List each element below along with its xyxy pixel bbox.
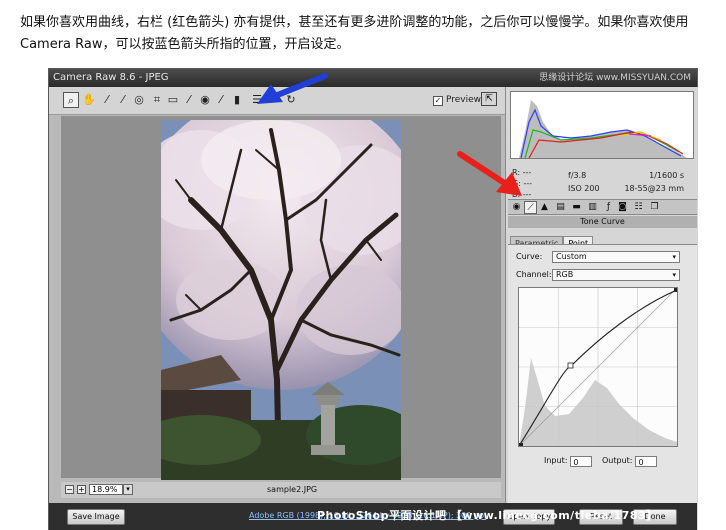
histogram xyxy=(510,91,694,159)
photo-cherry-tree xyxy=(161,120,401,480)
zoom-dropdown[interactable]: ▾ xyxy=(123,484,133,495)
zoom-in-button[interactable]: + xyxy=(77,485,86,494)
basic-tab-icon[interactable]: ◉ xyxy=(510,201,523,214)
adjustment-tabs: ◉ ⟋ ▲ ▤ ▬ ▥ ƒ ◙ ☷ ❐ xyxy=(508,199,697,215)
hand-icon[interactable]: ✋ xyxy=(81,92,97,108)
image-preview-area[interactable] xyxy=(61,116,501,480)
bottom-bar: Save Image Adobe RGB (1998); 16 bit; 326… xyxy=(49,503,697,530)
hsl-tab-icon[interactable]: ▤ xyxy=(554,201,567,214)
channel-label: Channel: xyxy=(516,270,552,279)
panel-title: Tone Curve xyxy=(508,216,697,228)
output-label: Output: xyxy=(602,456,633,465)
right-panel: R: --- G: --- B: --- f/3.81/1600 s ISO 2… xyxy=(505,87,698,530)
detail-tab-icon[interactable]: ▲ xyxy=(538,201,551,214)
zoom-out-button[interactable]: − xyxy=(65,485,74,494)
output-field[interactable]: 0 xyxy=(635,456,658,467)
straighten-icon[interactable]: ▭ xyxy=(165,92,181,108)
fx-tab-icon[interactable]: ƒ xyxy=(602,201,615,214)
spot-removal-icon[interactable]: ⁄ xyxy=(181,92,197,108)
camera-calibration-tab-icon[interactable]: ◙ xyxy=(616,201,629,214)
aperture: f/3.8 xyxy=(568,171,587,180)
save-image-button[interactable]: Save Image xyxy=(67,509,125,525)
curve-select[interactable]: Custom ▾ xyxy=(552,251,680,263)
forum-watermark-top: 思缘设计论坛 www.MISSYUAN.COM xyxy=(539,73,691,83)
site-watermark: PhotoShop平面设计吧 【www.linecg.com/tieba/178… xyxy=(317,509,658,522)
status-bar: − + 18.9% ▾ sample2.JPG xyxy=(61,482,501,498)
fullscreen-icon[interactable]: ⇱ xyxy=(481,92,497,106)
graduated-filter-icon[interactable]: ▮ xyxy=(229,92,245,108)
preview-label: Preview xyxy=(446,95,482,105)
zoom-level[interactable]: 18.9% xyxy=(89,484,123,495)
channel-value: RGB xyxy=(556,270,574,279)
preview-checkbox[interactable]: ✓ xyxy=(433,96,443,106)
presets-tab-icon[interactable]: ☷ xyxy=(632,201,645,214)
intro-paragraph: 如果你喜欢用曲线，右栏 (红色箭头) 亦有提供，甚至还有更多进阶调整的功能，之后… xyxy=(20,15,689,52)
curve-value: Custom xyxy=(556,252,587,261)
tone-curve-graph[interactable] xyxy=(518,287,678,447)
output-group: Output: 0 xyxy=(602,455,658,467)
camera-info: f/3.8 1/1600 s ISO 200 18-55@23 mm xyxy=(568,169,690,195)
preview-toggle[interactable]: ✓ Preview xyxy=(433,93,481,107)
point-curve-panel: Curve: Custom ▾ Channel: RGB ▾ Input: 0 … xyxy=(508,244,697,530)
adjustment-brush-icon[interactable]: ⁄ xyxy=(213,92,229,108)
page-root: 如果你喜欢用曲线，右栏 (红色箭头) 亦有提供，甚至还有更多进阶调整的功能，之后… xyxy=(0,0,726,530)
lens: 18-55@23 mm xyxy=(624,184,684,193)
file-name: sample2.JPG xyxy=(267,485,318,494)
color-sampler-icon[interactable]: ⁄ xyxy=(115,92,131,108)
input-group: Input: 0 xyxy=(544,455,593,467)
camera-raw-window: Camera Raw 8.6 - JPEG 思缘设计论坛 www.MISSYUA… xyxy=(48,68,698,530)
snapshots-tab-icon[interactable]: ❐ xyxy=(648,201,661,214)
curve-label: Curve: xyxy=(516,252,543,261)
tone-curve-subtabs: ParametricPoint xyxy=(510,231,594,249)
window-titlebar[interactable]: Camera Raw 8.6 - JPEG 思缘设计论坛 www.MISSYUA… xyxy=(49,69,697,87)
lens-corrections-tab-icon[interactable]: ▥ xyxy=(586,201,599,214)
target-adjust-icon[interactable]: ◎ xyxy=(131,92,147,108)
input-label: Input: xyxy=(544,456,568,465)
white-balance-icon[interactable]: ⁄ xyxy=(99,92,115,108)
chevron-down-icon: ▾ xyxy=(672,271,676,279)
blue-arrow-icon xyxy=(257,73,328,104)
channel-select[interactable]: RGB ▾ xyxy=(552,269,680,281)
input-field[interactable]: 0 xyxy=(570,456,593,467)
shutter-speed: 1/1600 s xyxy=(649,171,684,180)
red-eye-icon[interactable]: ◉ xyxy=(197,92,213,108)
crop-icon[interactable]: ⌗ xyxy=(149,92,165,108)
chevron-down-icon: ▾ xyxy=(672,253,676,261)
window-title: Camera Raw 8.6 - JPEG xyxy=(53,72,169,83)
zoom-icon[interactable]: ⌕ xyxy=(63,92,79,108)
red-arrow-icon xyxy=(457,151,522,196)
split-toning-tab-icon[interactable]: ▬ xyxy=(570,201,583,214)
iso: ISO 200 xyxy=(568,184,600,193)
tone-curve-tab-icon[interactable]: ⟋ xyxy=(524,201,537,214)
